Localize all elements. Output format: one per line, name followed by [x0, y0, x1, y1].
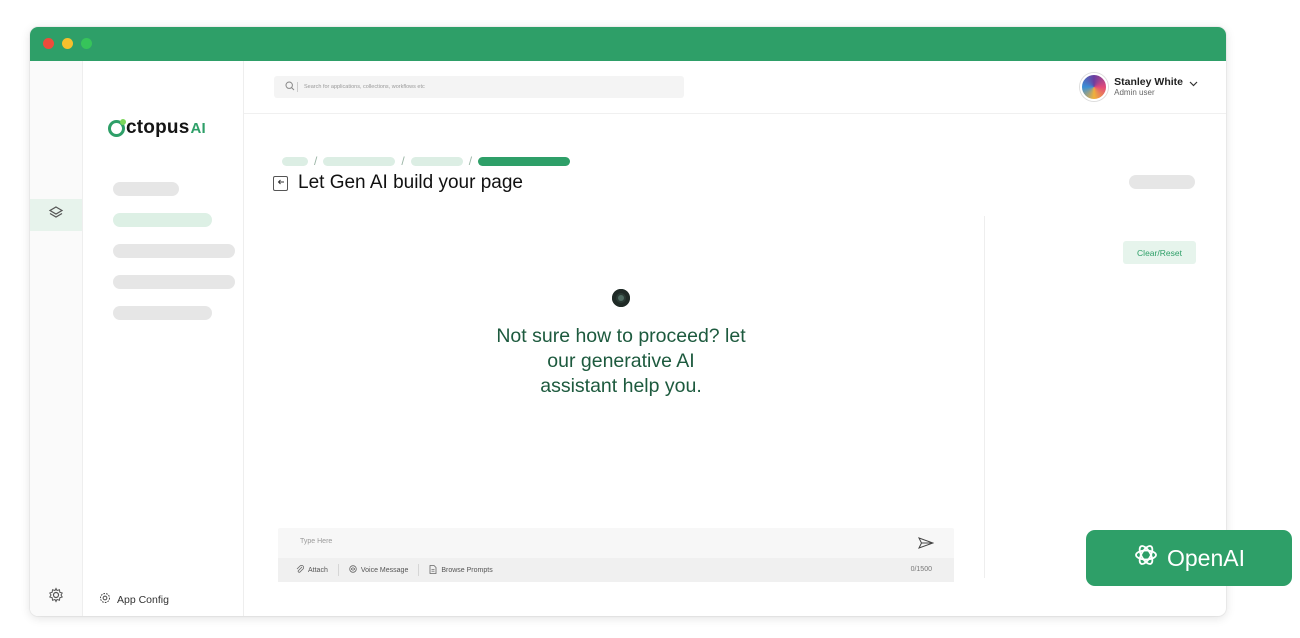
sidebar-item[interactable] — [113, 306, 212, 320]
breadcrumb: / / / — [282, 154, 571, 168]
openai-label: OpenAI — [1167, 544, 1245, 571]
clear-reset-button[interactable]: Clear/Reset — [1123, 241, 1196, 264]
layers-icon — [48, 205, 64, 226]
breadcrumb-item[interactable] — [323, 156, 396, 166]
octopus-ai-logo: ctopus AI — [108, 117, 206, 139]
prompt-input[interactable]: Type Here — [300, 538, 332, 545]
icon-rail — [30, 61, 83, 616]
page-title: Let Gen AI build your page — [298, 172, 523, 193]
document-icon — [429, 564, 437, 576]
minimize-window-button[interactable] — [62, 38, 73, 49]
user-menu[interactable]: Stanley White Admin user — [1080, 73, 1198, 101]
sidebar-item[interactable] — [113, 182, 179, 196]
maximize-window-button[interactable] — [81, 38, 92, 49]
user-role: Admin user — [1114, 88, 1155, 97]
breadcrumb-item[interactable] — [282, 156, 308, 166]
gear-icon — [99, 592, 111, 607]
voice-message-button[interactable]: Voice Message — [339, 565, 418, 575]
app-window: ctopus AI App Config Search for applicat… — [30, 27, 1226, 616]
top-bar: Search for applications, collections, wo… — [244, 61, 1226, 114]
character-counter: 0/1500 — [910, 566, 932, 573]
search-input[interactable]: Search for applications, collections, wo… — [274, 76, 684, 98]
send-icon[interactable] — [917, 536, 935, 554]
prompt-composer: Type Here Attach Voice Message Browse Pr… — [278, 528, 954, 582]
sidebar-item-active[interactable] — [113, 213, 212, 227]
app-config-label: App Config — [117, 593, 169, 606]
page-header: Let Gen AI build your page — [273, 172, 523, 194]
browse-prompts-button[interactable]: Browse Prompts — [419, 564, 502, 576]
header-action-placeholder[interactable] — [1129, 175, 1195, 189]
panel-divider — [984, 216, 985, 578]
sidebar: ctopus AI App Config — [83, 61, 244, 616]
close-window-button[interactable] — [43, 38, 54, 49]
breadcrumb-separator: / — [314, 154, 318, 168]
ai-assistant-icon — [612, 289, 630, 307]
back-button[interactable] — [273, 175, 288, 191]
attach-label: Attach — [308, 566, 328, 574]
rail-item-settings[interactable] — [30, 581, 82, 613]
arrow-left-icon — [277, 178, 285, 188]
sidebar-item[interactable] — [113, 244, 235, 258]
openai-badge: OpenAI — [1086, 530, 1292, 586]
breadcrumb-item[interactable] — [410, 156, 463, 166]
chevron-down-icon — [1189, 74, 1198, 92]
breadcrumb-item-current — [478, 156, 571, 166]
audio-wave-icon — [349, 565, 357, 575]
empty-state-message: Not sure how to proceed? let our generat… — [496, 325, 746, 397]
search-placeholder: Search for applications, collections, wo… — [304, 84, 425, 90]
search-divider — [297, 82, 298, 92]
avatar — [1080, 73, 1109, 101]
breadcrumb-separator: / — [468, 154, 473, 168]
attach-button[interactable]: Attach — [278, 565, 338, 575]
logo-mark-icon — [108, 118, 126, 137]
voice-message-label: Voice Message — [360, 566, 409, 574]
breadcrumb-separator: / — [401, 154, 405, 168]
user-info: Stanley White Admin user — [1114, 76, 1183, 98]
rail-item-layers[interactable] — [30, 199, 82, 231]
browse-prompts-label: Browse Prompts — [441, 566, 493, 574]
paperclip-icon — [296, 565, 304, 575]
app-config-link[interactable]: App Config — [99, 592, 169, 607]
openai-logo-icon — [1133, 542, 1159, 574]
title-bar — [30, 27, 1226, 61]
composer-toolbar: Attach Voice Message Browse Prompts 0/15… — [278, 558, 954, 582]
search-icon — [285, 78, 295, 96]
user-name: Stanley White — [1114, 76, 1183, 88]
gear-icon — [48, 586, 64, 608]
sidebar-item[interactable] — [113, 275, 235, 289]
